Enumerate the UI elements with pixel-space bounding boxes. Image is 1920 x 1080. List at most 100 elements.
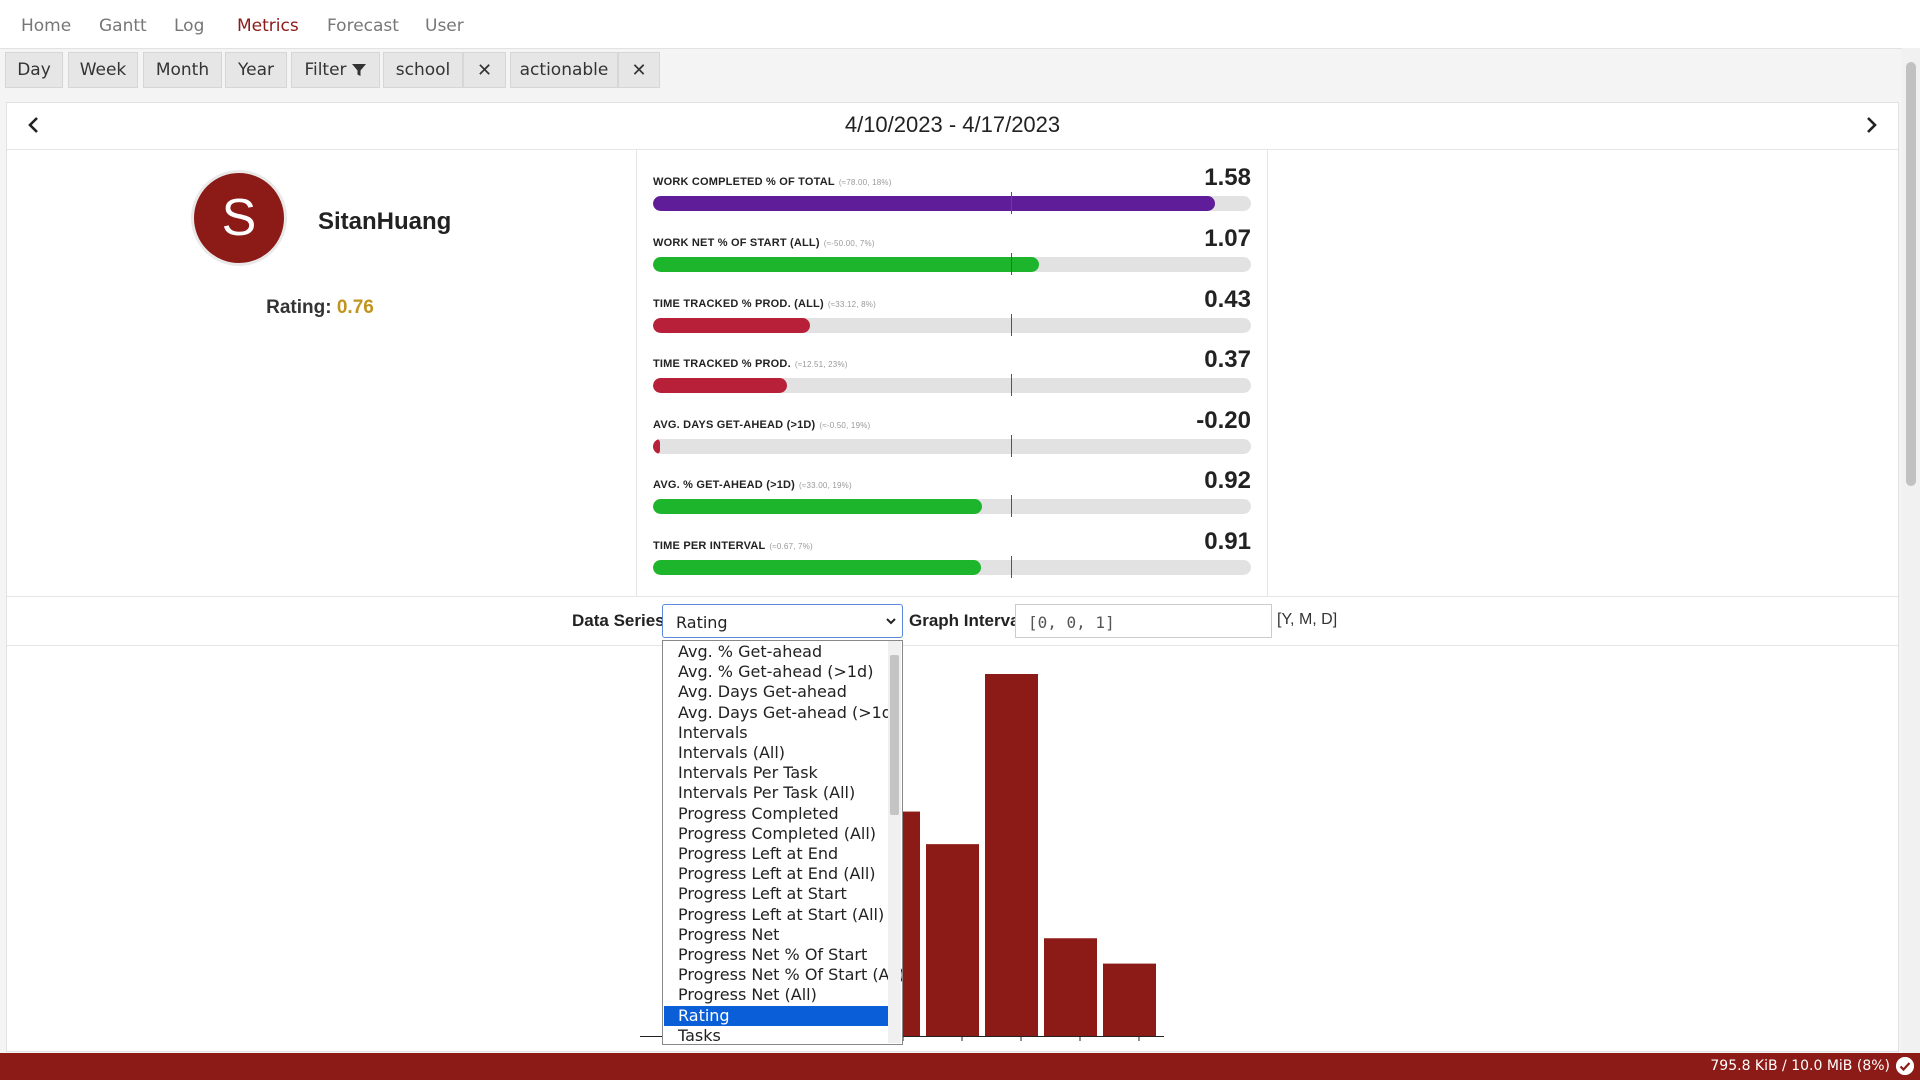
metric-progress-fill bbox=[653, 439, 661, 454]
dropdown-option[interactable]: Progress Completed (All) bbox=[664, 824, 889, 844]
graph-interval-label: Graph Interval: bbox=[909, 611, 1030, 630]
filter-tag-school[interactable]: school bbox=[383, 52, 463, 88]
dropdown-option[interactable]: Avg. Days Get-ahead (>1d) bbox=[664, 703, 898, 723]
metric-progress-fill bbox=[653, 378, 787, 393]
chart-bar bbox=[1103, 963, 1156, 1036]
metric-progress-fill bbox=[653, 257, 1039, 272]
previous-period-chevron-icon[interactable] bbox=[22, 112, 46, 138]
metric-label-text: TIME PER INTERVAL bbox=[653, 540, 766, 552]
metric-label: TIME PER INTERVAL (≈0.67, 7%) bbox=[653, 540, 813, 552]
metric-target-marker bbox=[1011, 253, 1012, 275]
remove-filter-actionable-button[interactable]: ✕ bbox=[618, 52, 660, 88]
metric-progress-track bbox=[653, 499, 1251, 514]
nav-gantt[interactable]: Gantt bbox=[99, 16, 147, 36]
nav-metrics[interactable]: Metrics bbox=[237, 16, 299, 36]
graph-interval-input[interactable]: [0, 0, 1] bbox=[1015, 604, 1272, 638]
dropdown-option[interactable]: Progress Net bbox=[664, 925, 889, 945]
metric-progress-track bbox=[653, 560, 1251, 575]
next-period-chevron-icon[interactable] bbox=[1859, 112, 1883, 138]
metric-progress-track bbox=[653, 257, 1251, 272]
metric-value: 0.43 bbox=[1204, 286, 1251, 313]
metric-label: TIME TRACKED % PROD. (≈12.51, 23%) bbox=[653, 358, 848, 370]
dropdown-option[interactable]: Tasks bbox=[664, 1026, 889, 1044]
chart-bar bbox=[926, 844, 979, 1036]
metric-value: -0.20 bbox=[1196, 407, 1251, 434]
chart-bar bbox=[1044, 938, 1097, 1036]
filter-icon bbox=[351, 64, 366, 76]
nav-forecast[interactable]: Forecast bbox=[327, 16, 399, 36]
data-series-select[interactable]: Rating bbox=[662, 604, 903, 638]
metric-label-text: WORK COMPLETED % OF TOTAL bbox=[653, 176, 835, 188]
metric-progress-track bbox=[653, 378, 1251, 393]
storage-usage: 795.8 KiB / 10.0 MiB (8%) bbox=[1710, 1058, 1890, 1074]
metric-stat: (≈78.00, 18%) bbox=[838, 178, 892, 187]
nav-home[interactable]: Home bbox=[21, 16, 71, 36]
dropdown-option[interactable]: Intervals (All) bbox=[664, 743, 889, 763]
rating-label: Rating: bbox=[266, 297, 332, 318]
dropdown-option[interactable]: Avg. Days Get-ahead bbox=[664, 682, 889, 702]
metric-label: TIME TRACKED % PROD. (ALL) (≈33.12, 8%) bbox=[653, 298, 876, 310]
page-scrollbar-thumb[interactable] bbox=[1906, 62, 1916, 486]
metric-label: WORK COMPLETED % OF TOTAL (≈78.00, 18%) bbox=[653, 176, 892, 188]
month-button[interactable]: Month bbox=[143, 52, 222, 88]
graph-interval-unit: [Y, M, D] bbox=[1277, 611, 1338, 628]
data-series-label: Data Series: bbox=[572, 611, 671, 630]
metric-value: 0.91 bbox=[1204, 528, 1251, 555]
metric-stat: (≈0.67, 7%) bbox=[769, 542, 813, 551]
metric-stat: (≈33.12, 8%) bbox=[827, 300, 876, 309]
metric-value: 1.58 bbox=[1204, 164, 1251, 191]
metric-label-text: TIME TRACKED % PROD. bbox=[653, 358, 791, 370]
rating-value: 0.76 bbox=[336, 297, 374, 318]
metric-row: AVG. DAYS GET-AHEAD (>1D) (≈-0.50, 19%) -0… bbox=[652, 407, 1252, 479]
metric-target-marker bbox=[1011, 314, 1012, 336]
metric-progress-track bbox=[653, 439, 1251, 454]
metric-row: TIME PER INTERVAL (≈0.67, 7%) 0.91 bbox=[652, 528, 1252, 600]
dropdown-option[interactable]: Progress Left at Start (All) bbox=[664, 905, 889, 925]
filter-tag-actionable[interactable]: actionable bbox=[510, 52, 618, 88]
dropdown-option[interactable]: Progress Left at Start bbox=[664, 884, 889, 904]
filter-button[interactable]: Filter bbox=[291, 52, 380, 88]
dropdown-option[interactable]: Intervals Per Task bbox=[664, 763, 889, 783]
dropdown-option[interactable]: Intervals bbox=[664, 723, 889, 743]
filter-label: Filter bbox=[304, 60, 347, 80]
metric-target-marker bbox=[1011, 556, 1012, 578]
metric-stat: (≈-0.50, 19%) bbox=[819, 421, 871, 430]
dropdown-option[interactable]: Rating bbox=[664, 1005, 889, 1026]
dropdown-scrollbar-thumb[interactable] bbox=[890, 655, 899, 815]
week-button[interactable]: Week bbox=[68, 52, 138, 88]
metric-value: 0.92 bbox=[1204, 467, 1251, 494]
date-range-title: 4/10/2023 - 4/17/2023 bbox=[844, 112, 1061, 137]
metric-progress-fill bbox=[653, 560, 981, 575]
metric-row: TIME TRACKED % PROD. (ALL) (≈33.12, 8%) 0.… bbox=[652, 286, 1252, 358]
nav-user[interactable]: User bbox=[425, 16, 464, 36]
metric-row: AVG. % GET-AHEAD (>1D) (≈33.00, 19%) 0.92 bbox=[652, 467, 1252, 539]
metric-value: 1.07 bbox=[1204, 225, 1251, 252]
year-button[interactable]: Year bbox=[225, 52, 287, 88]
data-series-dropdown-list[interactable]: Avg. % Get-ahead Avg. % Get-ahead (>1d) Av… bbox=[662, 640, 903, 1045]
metric-row: WORK NET % OF START (ALL) (≈-50.00, 7%) 1.… bbox=[652, 225, 1252, 297]
rating-summary: Rating: 0.76 bbox=[220, 297, 420, 319]
metric-progress-fill bbox=[653, 196, 1216, 211]
dropdown-option[interactable]: Progress Net (All) bbox=[664, 985, 889, 1005]
dropdown-option[interactable]: Avg. % Get-ahead (>1d) bbox=[664, 662, 889, 682]
nav-log[interactable]: Log bbox=[174, 16, 204, 36]
header-divider bbox=[7, 149, 1898, 150]
chevron-down-icon bbox=[886, 618, 896, 625]
dropdown-option[interactable]: Progress Left at End (All) bbox=[664, 864, 889, 884]
metric-stat: (≈33.00, 19%) bbox=[799, 481, 852, 490]
dropdown-option[interactable]: Intervals Per Task (All) bbox=[664, 783, 889, 803]
check-icon bbox=[1896, 1057, 1914, 1075]
dropdown-option[interactable]: Progress Net % Of Start bbox=[664, 945, 889, 965]
metric-label: WORK NET % OF START (ALL) (≈-50.00, 7%) bbox=[653, 237, 875, 249]
metric-progress-track bbox=[653, 196, 1251, 211]
dropdown-option[interactable]: Progress Net % Of Start (All) bbox=[664, 965, 902, 985]
dropdown-option[interactable]: Progress Completed bbox=[664, 804, 889, 824]
dropdown-option[interactable]: Avg. % Get-ahead bbox=[664, 642, 889, 662]
metric-target-marker bbox=[1011, 192, 1012, 214]
dropdown-option[interactable]: Progress Left at End bbox=[664, 844, 889, 864]
day-button[interactable]: Day bbox=[5, 52, 63, 88]
metric-progress-fill bbox=[653, 318, 810, 333]
metric-progress-track bbox=[653, 318, 1251, 333]
remove-filter-school-button[interactable]: ✕ bbox=[463, 52, 506, 88]
status-bar bbox=[0, 1053, 1920, 1080]
